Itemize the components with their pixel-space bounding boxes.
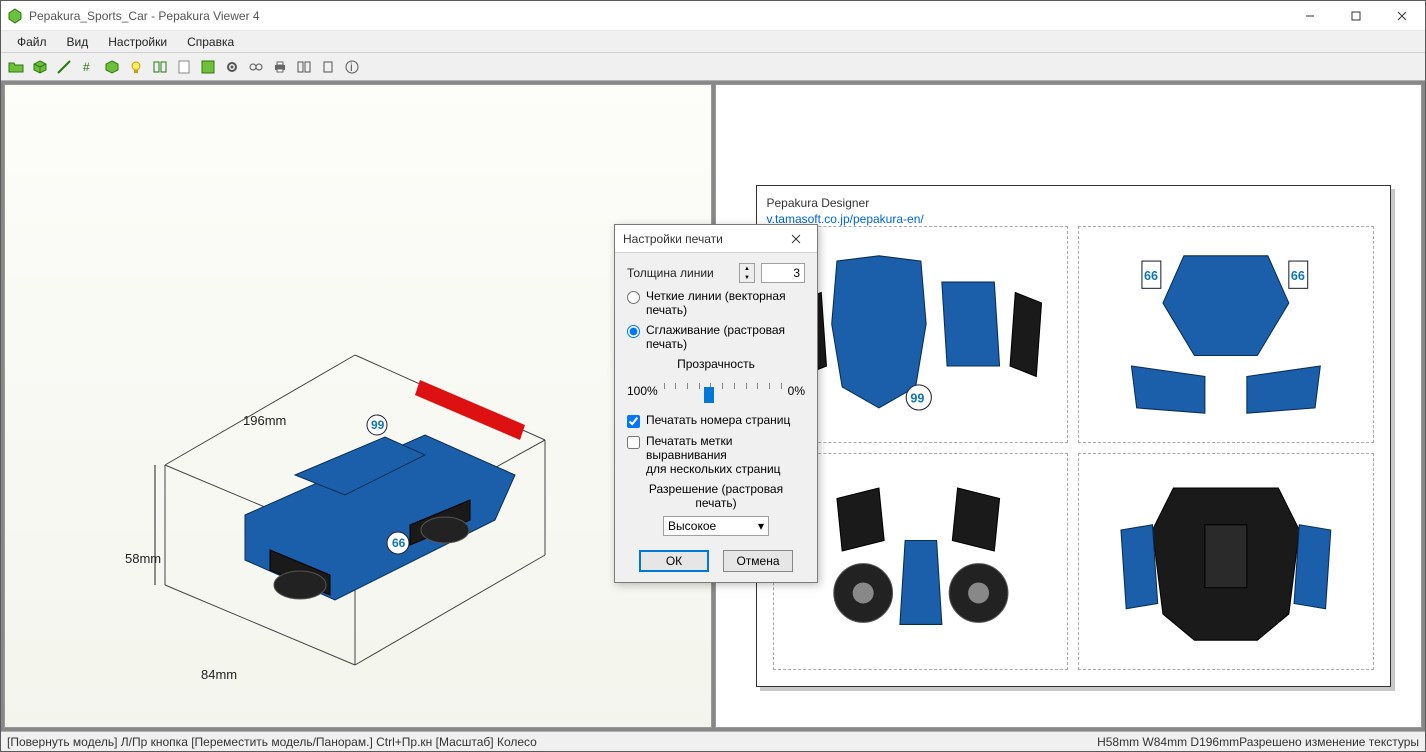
- chevron-down-icon: ▾: [758, 519, 764, 533]
- ok-button[interactable]: ОК: [639, 550, 709, 572]
- hash-icon[interactable]: #: [77, 56, 99, 78]
- paper-sheet: Pepakura Designer v.tamasoft.co.jp/pepak…: [756, 185, 1392, 687]
- radio-vector[interactable]: Четкие линии (векторная печать): [627, 289, 805, 317]
- resolution-select[interactable]: Высокое ▾: [663, 516, 769, 536]
- paper-cell-2: 66 66: [1078, 226, 1374, 443]
- model-badge-99: 99: [371, 418, 385, 432]
- window-title: Pepakura_Sports_Car - Pepakura Viewer 4: [29, 9, 1287, 23]
- slider-max-label: 0%: [788, 384, 805, 398]
- line-width-stepper[interactable]: ▲▼: [739, 263, 755, 283]
- paper-url: v.tamasoft.co.jp/pepakura-en/: [767, 212, 1381, 226]
- minimize-button[interactable]: [1287, 1, 1333, 30]
- page-icon[interactable]: [173, 56, 195, 78]
- svg-text:66: 66: [1144, 269, 1158, 283]
- cube-icon[interactable]: [29, 56, 51, 78]
- unfold-icon[interactable]: [149, 56, 171, 78]
- titlebar: Pepakura_Sports_Car - Pepakura Viewer 4: [1, 1, 1425, 31]
- split-1col-icon[interactable]: [317, 56, 339, 78]
- model-badge-66: 66: [392, 536, 406, 550]
- color-square-icon[interactable]: [197, 56, 219, 78]
- link-icon[interactable]: [245, 56, 267, 78]
- toolbar: # i: [1, 53, 1425, 81]
- slider-thumb[interactable]: [704, 387, 714, 403]
- print-settings-dialog: Настройки печати Толщина линии ▲▼ Четкие…: [614, 224, 818, 583]
- dialog-close-icon[interactable]: [783, 229, 809, 249]
- transparency-label: Прозрачность: [627, 357, 805, 371]
- dialog-titlebar[interactable]: Настройки печати: [615, 225, 817, 253]
- line-width-input[interactable]: [761, 263, 805, 283]
- menu-help[interactable]: Справка: [177, 33, 244, 51]
- bulb-icon[interactable]: [125, 56, 147, 78]
- menubar: Файл Вид Настройки Справка: [1, 31, 1425, 53]
- close-button[interactable]: [1379, 1, 1425, 30]
- edge-icon[interactable]: [53, 56, 75, 78]
- radio-raster[interactable]: Сглаживание (растровая печать): [627, 323, 805, 351]
- cancel-button[interactable]: Отмена: [723, 550, 793, 572]
- menu-file[interactable]: Файл: [7, 33, 57, 51]
- menu-settings[interactable]: Настройки: [98, 33, 177, 51]
- info-icon[interactable]: i: [341, 56, 363, 78]
- dialog-title-text: Настройки печати: [623, 232, 783, 246]
- resolution-label: Разрешение (растровая печать): [627, 482, 805, 510]
- paper-cell-4: [1078, 453, 1374, 670]
- line-width-label: Толщина линии: [627, 266, 714, 280]
- app-icon: [7, 8, 23, 24]
- print-icon[interactable]: [269, 56, 291, 78]
- statusbar: [Повернуть модель] Л/Пр кнопка [Перемест…: [1, 731, 1425, 751]
- paper-appname: Pepakura Designer: [767, 196, 1381, 210]
- status-left: [Повернуть модель] Л/Пр кнопка [Перемест…: [7, 735, 1097, 749]
- svg-text:i: i: [350, 60, 353, 74]
- svg-text:99: 99: [910, 392, 924, 406]
- check-print-alignmarks[interactable]: Печатать метки выравниваниядля нескольки…: [627, 434, 805, 476]
- split-2col-icon[interactable]: [293, 56, 315, 78]
- dim-width-label: 84mm: [201, 667, 237, 682]
- open-file-icon[interactable]: [5, 56, 27, 78]
- gear-icon[interactable]: [221, 56, 243, 78]
- transparency-slider[interactable]: [664, 379, 782, 403]
- svg-text:66: 66: [1291, 269, 1305, 283]
- svg-text:#: #: [83, 60, 90, 74]
- check-print-pagenum[interactable]: Печатать номера страниц: [627, 413, 805, 428]
- pane-3d-view[interactable]: 66 99 196mm 58mm 84mm: [4, 84, 712, 728]
- maximize-button[interactable]: [1333, 1, 1379, 30]
- slider-min-label: 100%: [627, 384, 658, 398]
- pane-2d-unfold[interactable]: Pepakura Designer v.tamasoft.co.jp/pepak…: [715, 84, 1423, 728]
- status-right: H58mm W84mm D196mmРазрешено изменение те…: [1097, 735, 1419, 749]
- texture-cube-icon[interactable]: [101, 56, 123, 78]
- dim-depth-label: 196mm: [243, 413, 286, 428]
- dim-height-label: 58mm: [125, 551, 161, 566]
- menu-view[interactable]: Вид: [57, 33, 99, 51]
